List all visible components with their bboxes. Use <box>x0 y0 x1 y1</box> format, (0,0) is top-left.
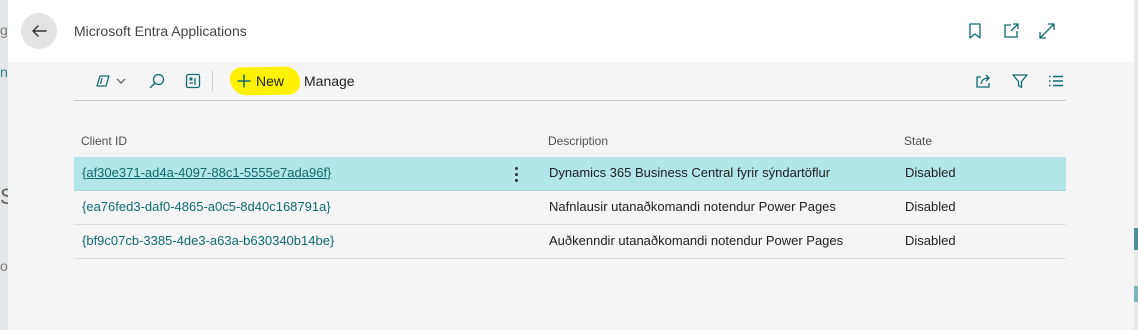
table-row[interactable]: {ea76fed3-daf0-4865-a0c5-8d40c168791a} N… <box>74 191 1066 225</box>
share-icon <box>976 74 990 88</box>
state-cell: Disabled <box>905 199 956 214</box>
share-button[interactable] <box>974 72 992 90</box>
table-row[interactable]: {bf9c07cb-3385-4de3-a63a-b630340b14be} A… <box>74 225 1066 259</box>
new-button[interactable]: New <box>229 66 301 96</box>
background-fragment: n <box>0 64 8 80</box>
search-icon <box>149 73 165 89</box>
state-cell: Disabled <box>905 165 956 180</box>
column-header-state[interactable]: State <box>904 134 932 148</box>
description-cell: Auðkenndir utanaðkomandi notendur Power … <box>549 233 844 248</box>
page-title: Microsoft Entra Applications <box>74 23 247 39</box>
list-view-button[interactable] <box>1047 72 1065 90</box>
arrow-left-icon <box>32 25 47 37</box>
description-cell: Nafnlausir utanaðkomandi notendur Power … <box>549 199 836 214</box>
state-cell: Disabled <box>905 233 956 248</box>
list-view-icon <box>1049 75 1063 87</box>
column-header-client-id[interactable]: Client ID <box>81 134 127 148</box>
edit-list-button[interactable] <box>184 72 202 90</box>
filter-button[interactable] <box>1011 72 1029 90</box>
client-id-link[interactable]: {bf9c07cb-3385-4de3-a63a-b630340b14be} <box>82 233 334 248</box>
column-header-description[interactable]: Description <box>548 134 608 148</box>
edit-list-icon <box>185 73 201 89</box>
dialog-header: Microsoft Entra Applications <box>8 0 1134 62</box>
bookmark-icon[interactable] <box>966 22 984 40</box>
action-toolbar: New Manage <box>74 62 1066 101</box>
client-id-link[interactable]: {ea76fed3-daf0-4865-a0c5-8d40c168791a} <box>82 199 331 214</box>
search-button[interactable] <box>148 72 166 90</box>
filter-icon <box>1012 74 1028 89</box>
table-row[interactable]: {af30e371-ad4a-4097-88c1-5555e7ada96f} D… <box>74 157 1066 191</box>
background-page-edge <box>0 0 8 330</box>
chevron-down-icon <box>116 78 126 84</box>
background-fragment: o <box>0 258 8 274</box>
manage-button[interactable]: Manage <box>304 73 355 89</box>
back-button[interactable] <box>21 13 57 49</box>
expand-icon[interactable] <box>1038 22 1056 40</box>
row-actions-menu-icon[interactable] <box>510 164 522 184</box>
entra-applications-dialog: Microsoft Entra Applications New Manage … <box>8 0 1134 330</box>
plus-icon <box>237 74 251 88</box>
open-new-window-icon[interactable] <box>1002 22 1020 40</box>
background-fragment: g <box>0 22 8 38</box>
toolbar-divider <box>212 70 213 92</box>
client-id-link[interactable]: {af30e371-ad4a-4097-88c1-5555e7ada96f} <box>82 165 331 180</box>
new-button-label: New <box>256 73 285 89</box>
copilot-icon <box>96 75 110 87</box>
copilot-menu-button[interactable] <box>94 72 127 90</box>
description-cell: Dynamics 365 Business Central fyrir sýnd… <box>549 165 831 180</box>
